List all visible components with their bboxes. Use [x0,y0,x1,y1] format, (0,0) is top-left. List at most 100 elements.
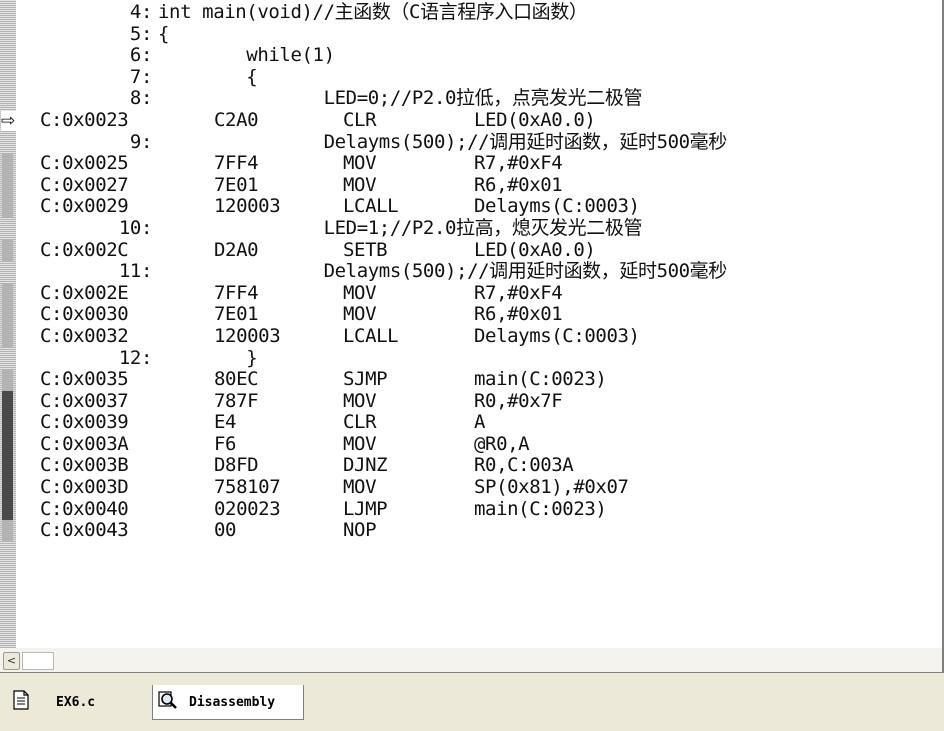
source-line[interactable]: 11: Delayms(500);//调用延时函数，延时500毫秒 [0,261,942,283]
asm-opcode: D8FD [214,454,259,477]
asm-opcode: E4 [214,411,237,434]
asm-mnemonic: MOV [343,152,377,175]
asm-address: C:0x002C [40,238,129,261]
coverage-marker [2,45,13,67]
asm-mnemonic: MOV [343,389,377,412]
scroll-left-arrow-icon[interactable]: < [3,652,20,670]
source-line[interactable]: 9: Delayms(500);//调用延时函数，延时500毫秒 [0,130,942,154]
asm-line[interactable]: C:0x002C D2A0 SETB LED(0xA0.0) [0,238,942,262]
asm-line[interactable]: C:0x002E 7FF4 MOV R7,#0xF4 [0,281,942,305]
tab-disassembly[interactable]: Disassembly [152,685,304,720]
source-code-text: int main(void)//主函数（C语言程序入口函数） [158,1,588,23]
asm-mnemonic: MOV [343,476,377,499]
coverage-marker [2,390,13,413]
asm-address: C:0x003A [40,432,129,455]
coverage-marker [2,239,13,262]
coverage-marker [2,455,13,478]
asm-line[interactable]: C:0x0027 7E01 MOV R6,#0x01 [0,173,942,197]
source-line-number: 8: [129,87,152,110]
tab-ex6-label: EX6.c [56,694,96,710]
source-line-number: 5: [129,22,152,45]
source-line[interactable]: 10: LED=1;//P2.0拉高，熄灭发光二极管 [0,216,942,240]
asm-line[interactable]: C:0x003D 758107 MOV SP(0x81),#0x07 [0,476,942,499]
coverage-marker [2,412,13,434]
asm-mnemonic: LJMP [343,497,388,520]
asm-operands: Delayms(C:0003) [474,195,640,218]
source-code-text: { [158,22,170,45]
source-line-number: 12: [118,346,153,369]
code-lines: 4: int main(void)//主函数（C语言程序入口函数） 5: {6: wh… [0,1,942,542]
asm-address: C:0x0032 [40,324,129,347]
tab-bar: EX6.c Disassembly [0,672,944,731]
coverage-marker [2,24,13,46]
asm-line[interactable]: C:0x0025 7FF4 MOV R7,#0xF4 [0,153,942,175]
asm-address: C:0x003D [40,476,129,499]
asm-address: C:0x002E [40,281,129,304]
asm-mnemonic: SETB [343,238,388,261]
asm-opcode: 120003 [214,195,281,218]
disassembly-view[interactable]: 4: int main(void)//主函数（C语言程序入口函数） 5: {6: wh… [0,0,944,648]
asm-line[interactable]: C:0x0030 7E01 MOV R6,#0x01 [0,304,942,326]
asm-mnemonic: CLR [343,108,377,131]
source-code-text: Delayms(500);//调用延时函数，延时500毫秒 [158,260,728,283]
coverage-marker [2,153,13,175]
source-line[interactable]: 6: while(1) [0,45,942,67]
source-line-number: 9: [129,130,152,153]
source-line[interactable]: 4: int main(void)//主函数（C语言程序入口函数） [0,1,942,24]
asm-operands: A [474,411,486,434]
asm-operands: R0,#0x7F [474,389,563,412]
asm-operands: main(C:0023) [474,497,607,520]
asm-mnemonic: MOV [343,281,377,304]
coverage-marker [2,433,13,456]
asm-mnemonic: SJMP [343,368,388,391]
scrollbar-thumb[interactable] [22,652,54,670]
asm-address: C:0x0043 [40,519,129,542]
asm-address: C:0x0025 [40,152,129,175]
asm-operands: main(C:0023) [474,368,607,391]
asm-line[interactable]: C:0x0043 00 NOP [0,520,942,542]
document-icon [12,690,30,714]
asm-mnemonic: NOP [343,519,377,542]
asm-operands: R7,#0xF4 [474,152,563,175]
asm-opcode: 120003 [214,324,281,347]
coverage-marker [2,132,13,154]
horizontal-scrollbar[interactable]: < [0,648,944,672]
asm-opcode: 020023 [214,497,281,520]
source-line[interactable]: 8: LED=0;//P2.0拉低，点亮发光二极管 [0,88,942,110]
source-code-text: { [158,65,258,88]
magnifier-icon [157,689,179,715]
asm-operands: R6,#0x01 [474,303,563,326]
asm-mnemonic: CLR [343,411,377,434]
asm-operands: LED(0xA0.0) [474,108,596,131]
asm-line[interactable]: C:0x0037 787F MOV R0,#0x7F [0,389,942,413]
asm-opcode: 7FF4 [214,281,259,304]
asm-opcode: D2A0 [214,238,259,261]
asm-address: C:0x0023 [40,108,129,131]
asm-line[interactable]: ⇨ C:0x0023 C2A0 CLR LED(0xA0.0) [0,108,942,132]
source-code-text: Delayms(500);//调用延时函数，延时500毫秒 [158,130,728,153]
tab-ex6-c[interactable]: EX6.c [8,687,148,717]
asm-line[interactable]: C:0x0039 E4 CLR A [0,412,942,434]
coverage-marker [2,88,13,110]
asm-line[interactable]: C:0x0029 120003 LCALL Delayms(C:0003) [0,196,942,218]
asm-line[interactable]: C:0x003B D8FD DJNZ R0,C:003A [0,454,942,478]
coverage-marker [2,520,13,542]
coverage-marker [2,67,13,89]
coverage-marker [2,304,13,326]
asm-mnemonic: MOV [343,303,377,326]
asm-line[interactable]: C:0x0040 020023 LJMP main(C:0023) [0,497,942,521]
source-line-number: 10: [118,216,153,239]
asm-line[interactable]: C:0x0032 120003 LCALL Delayms(C:0003) [0,324,942,348]
source-line[interactable]: 12: } [0,346,942,370]
source-code-text: LED=0;//P2.0拉低，点亮发光二极管 [158,87,643,110]
asm-line[interactable]: C:0x0035 80EC SJMP main(C:0023) [0,368,942,391]
source-line[interactable]: 7: { [0,65,942,89]
asm-address: C:0x0037 [40,389,129,412]
asm-mnemonic: LCALL [343,195,399,218]
source-line[interactable]: 5: { [0,22,942,46]
asm-mnemonic: LCALL [343,324,399,347]
asm-line[interactable]: C:0x003A F6 MOV @R0,A [0,432,942,456]
source-code-text: while(1) [158,44,335,67]
asm-mnemonic: MOV [343,173,377,196]
asm-opcode: 7E01 [214,303,259,326]
